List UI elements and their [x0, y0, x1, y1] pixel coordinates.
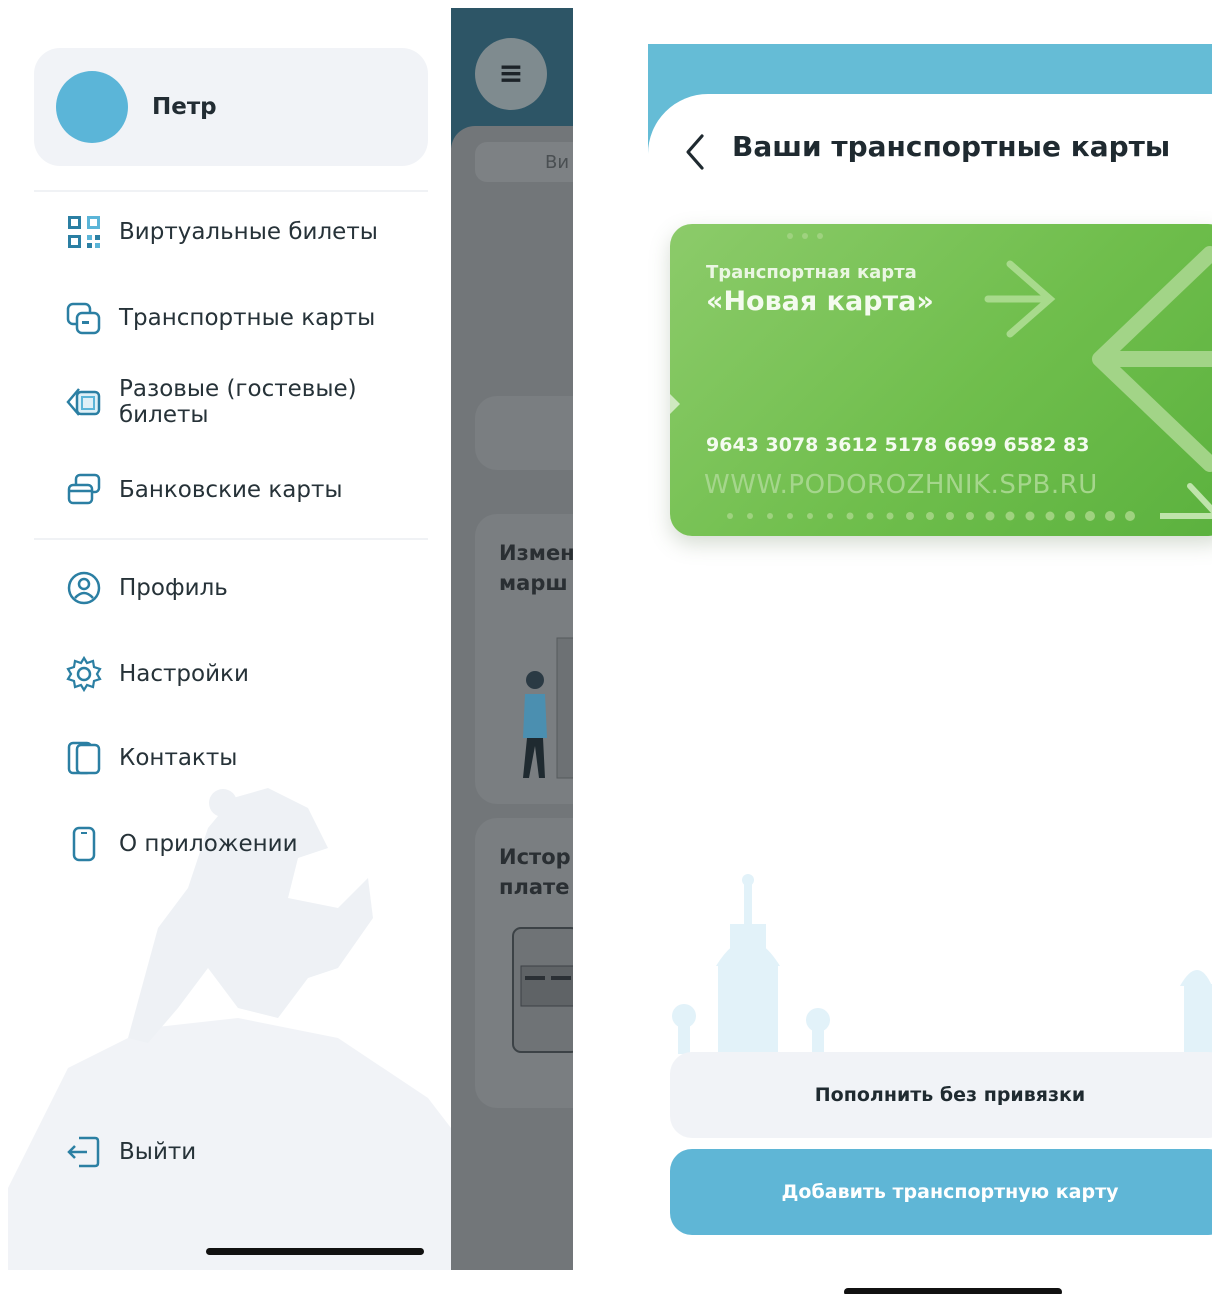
logout-button[interactable]: Выйти [64, 1132, 196, 1172]
side-drawer: Петр Виртуальные билеты Транспортные кар… [8, 8, 451, 1270]
menu-item-settings[interactable]: Настройки [64, 654, 249, 694]
logout-icon [64, 1132, 104, 1172]
menu-item-label: Профиль [119, 575, 228, 601]
add-transport-card-button[interactable]: Добавить транспортную карту [670, 1149, 1212, 1235]
menu-item-label: Виртуальные билеты [119, 219, 378, 245]
main-tab-pill: Ви [475, 142, 573, 182]
guest-ticket-icon [64, 382, 104, 422]
gear-icon [64, 654, 104, 694]
profile-icon [64, 568, 104, 608]
page-title: Ваши транспортные карты [732, 130, 1171, 163]
menu-item-contacts[interactable]: Контакты [64, 738, 237, 778]
home-indicator [844, 1288, 1062, 1294]
qr-code-icon [64, 212, 104, 252]
dimmed-main-screen[interactable]: ≡ Ви Измен марш Истор плате [451, 8, 573, 1270]
back-arrow-icon[interactable] [682, 132, 708, 172]
contacts-icon [64, 738, 104, 778]
hamburger-icon: ≡ [498, 56, 524, 91]
user-profile-card[interactable]: Петр [34, 48, 428, 166]
menu-item-label: О приложении [119, 831, 298, 857]
bank-card-icon [64, 470, 104, 510]
logout-label: Выйти [119, 1139, 197, 1165]
menu-item-guest-tickets[interactable]: Разовые (гостевые) билеты [64, 376, 379, 428]
menu-burger-button[interactable]: ≡ [475, 38, 547, 110]
card-number: 9643 3078 3612 5178 6699 6582 83 [706, 434, 1090, 456]
person-illustration [523, 637, 573, 779]
menu-item-label: Разовые (гостевые) билеты [119, 376, 357, 428]
top-up-without-binding-button[interactable]: Пополнить без привязки [670, 1052, 1212, 1138]
divider [34, 538, 428, 540]
route-change-title: Измен марш [499, 541, 573, 595]
transport-cards-screen: Ваши транспортные карты Транспортная кар… [648, 44, 1212, 1294]
main-card [475, 396, 573, 470]
menu-screen: Петр Виртуальные билеты Транспортные кар… [8, 8, 573, 1270]
menu-item-label: Банковские карты [119, 477, 343, 503]
user-name: Петр [152, 94, 217, 120]
phone-icon [64, 824, 104, 864]
menu-item-label: Контакты [119, 745, 238, 771]
avatar[interactable] [56, 71, 128, 143]
card-name: «Новая карта» [706, 286, 934, 317]
card-subtitle: Транспортная карта [706, 262, 917, 283]
menu-item-label: Транспортные карты [119, 305, 376, 331]
menu-item-about[interactable]: О приложении [64, 824, 298, 864]
payment-history-title: Истор плате [499, 845, 571, 899]
card-website: WWW.PODOROZHNIK.SPB.RU [704, 470, 1098, 500]
city-skyline-decoration [672, 874, 1212, 1054]
payment-device-illustration [512, 927, 573, 1053]
menu-item-transport-cards[interactable]: Транспортные карты [64, 298, 375, 338]
menu-item-profile[interactable]: Профиль [64, 568, 228, 608]
home-indicator [206, 1248, 424, 1255]
transport-card-icon [64, 298, 104, 338]
menu-item-label: Настройки [119, 661, 249, 687]
divider [34, 190, 428, 192]
transport-card[interactable]: Транспортная карта «Новая карта» 9643 30… [670, 224, 1212, 536]
menu-item-bank-cards[interactable]: Банковские карты [64, 470, 343, 510]
menu-item-virtual-tickets[interactable]: Виртуальные билеты [64, 212, 378, 252]
